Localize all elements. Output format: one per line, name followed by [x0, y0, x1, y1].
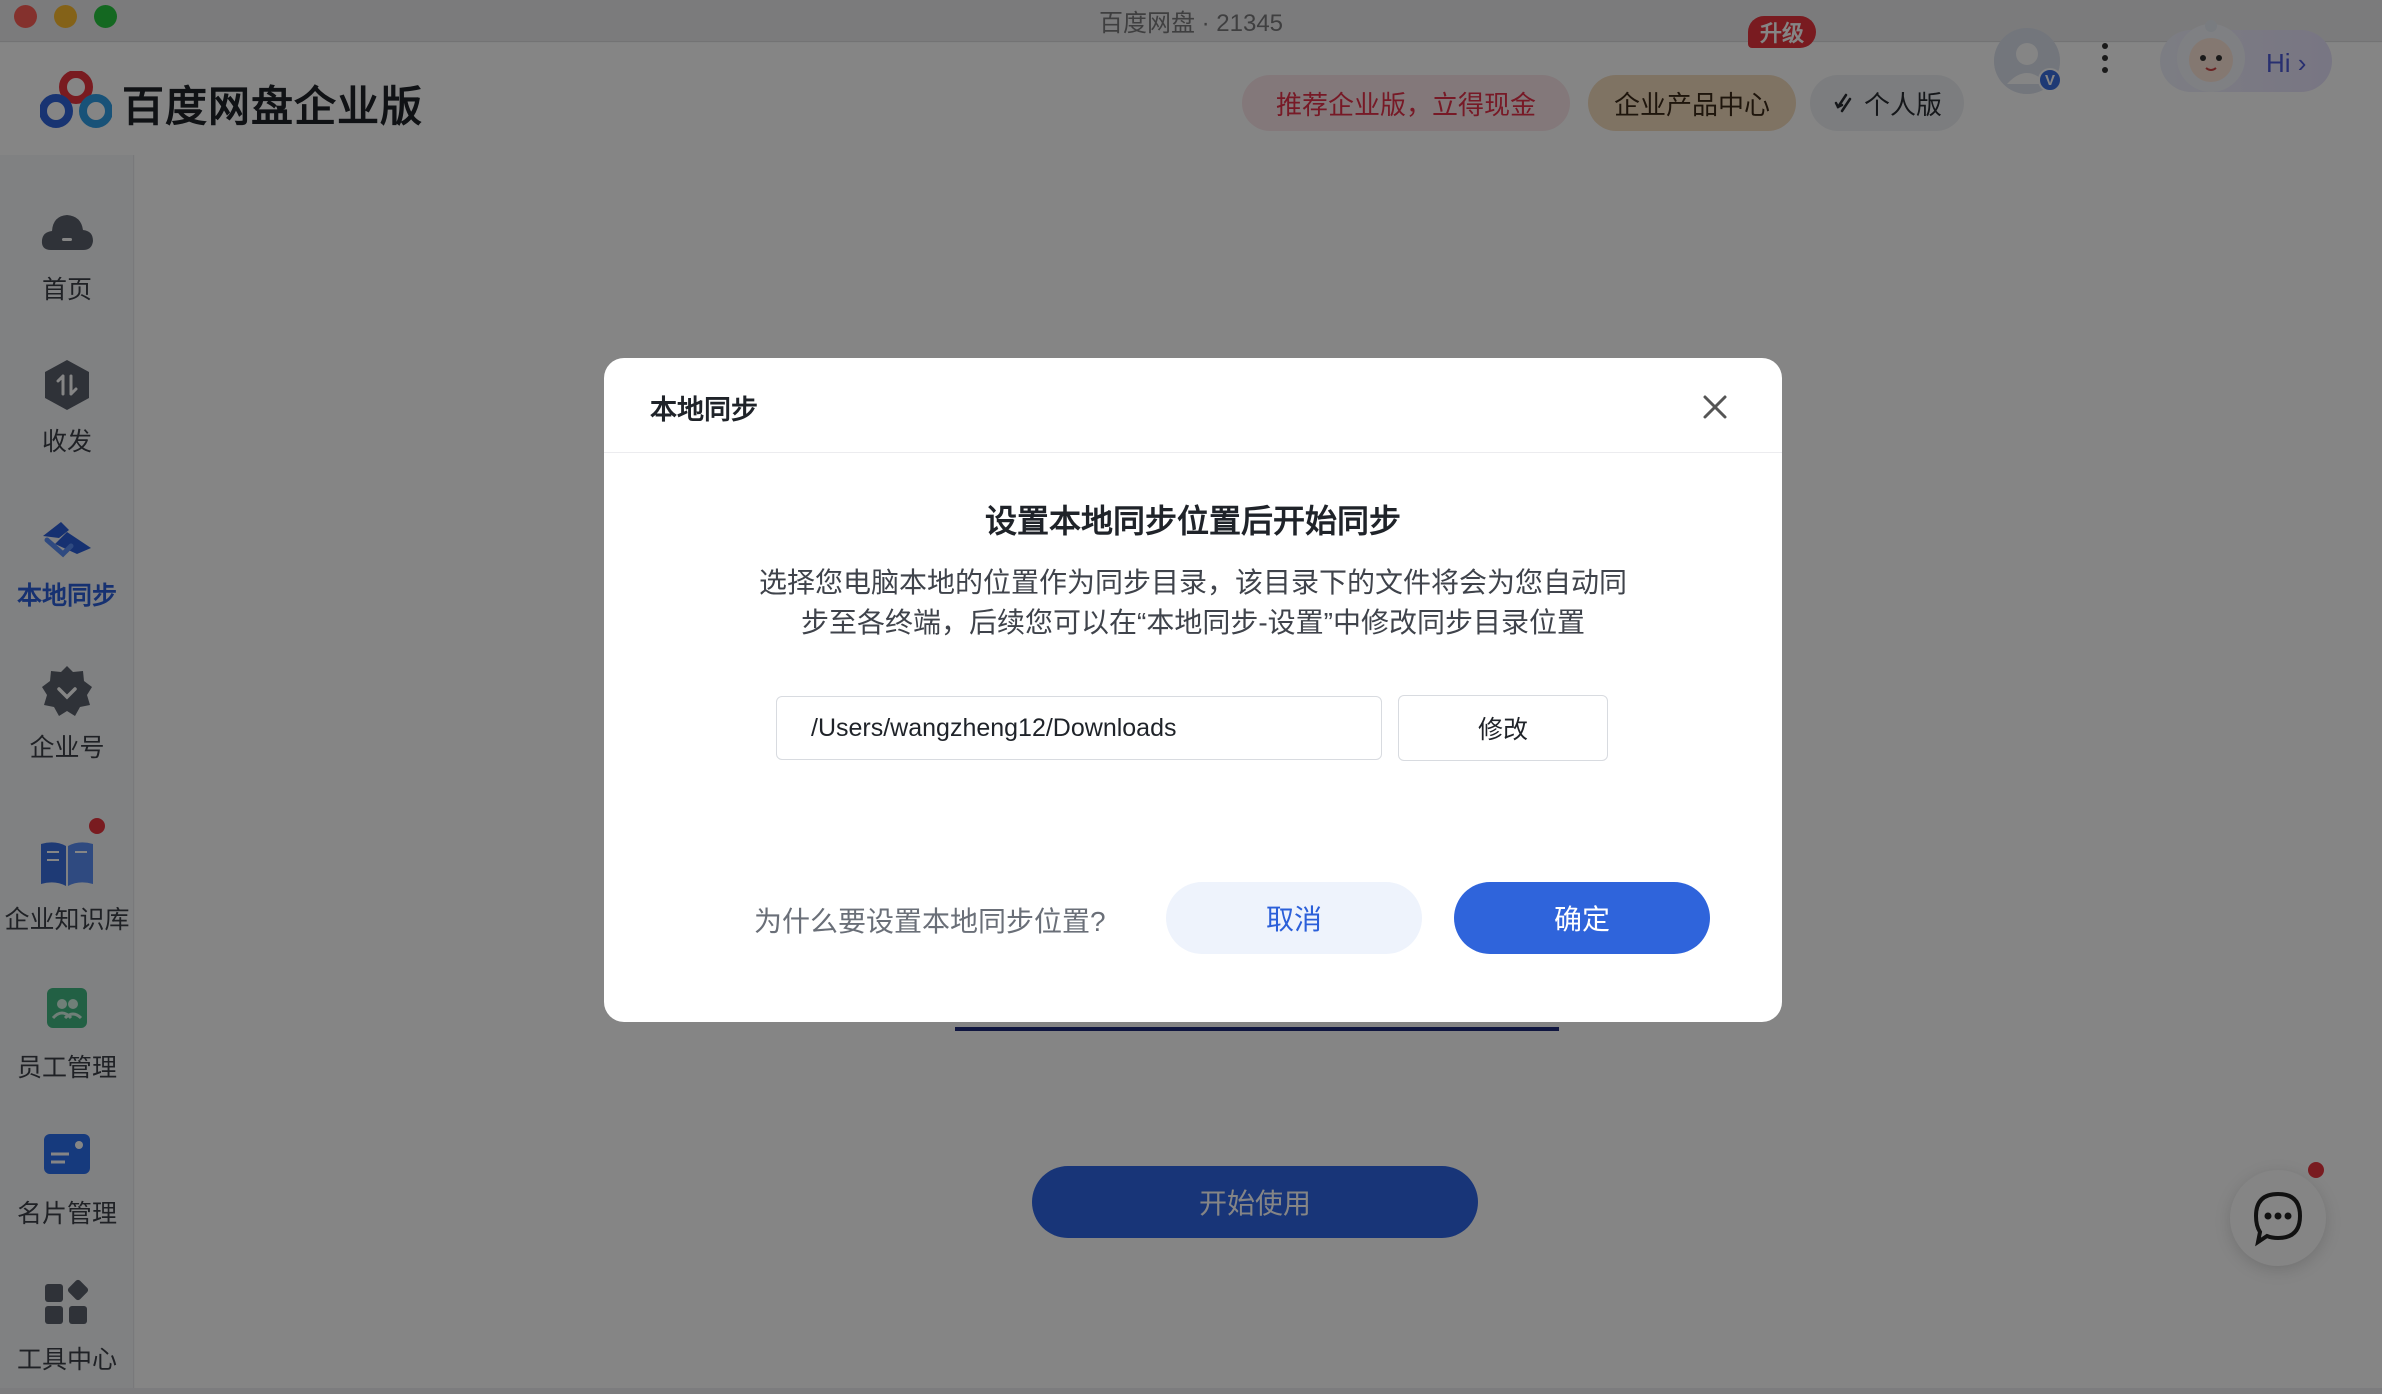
- dialog-description: 选择您电脑本地的位置作为同步目录，该目录下的文件将会为您自动同 步至各终端，后续…: [734, 563, 1652, 643]
- dialog-title: 本地同步: [650, 395, 758, 425]
- app-window: 百度网盘 · 21345 百度网盘企业版 推荐企业版，立得现金 企业产品中心 个…: [0, 0, 2382, 1388]
- confirm-button[interactable]: 确定: [1454, 882, 1710, 954]
- dialog-description-line: 选择您电脑本地的位置作为同步目录，该目录下的文件将会为您自动同: [758, 567, 1627, 598]
- why-set-location-link[interactable]: 为什么要设置本地同步位置?: [754, 900, 1106, 940]
- local-sync-dialog: 本地同步 设置本地同步位置后开始同步 选择您电脑本地的位置作为同步目录，该目录下…: [604, 358, 1782, 1022]
- close-icon[interactable]: [1700, 392, 1730, 422]
- sync-path-input[interactable]: [776, 696, 1382, 760]
- dialog-description-line: 步至各终端，后续您可以在“本地同步-设置”中修改同步目录位置: [801, 607, 1585, 638]
- cancel-button[interactable]: 取消: [1166, 882, 1422, 954]
- dialog-header: 本地同步: [604, 358, 1782, 453]
- modify-path-button[interactable]: 修改: [1398, 695, 1608, 761]
- dialog-heading: 设置本地同步位置后开始同步: [984, 503, 1401, 539]
